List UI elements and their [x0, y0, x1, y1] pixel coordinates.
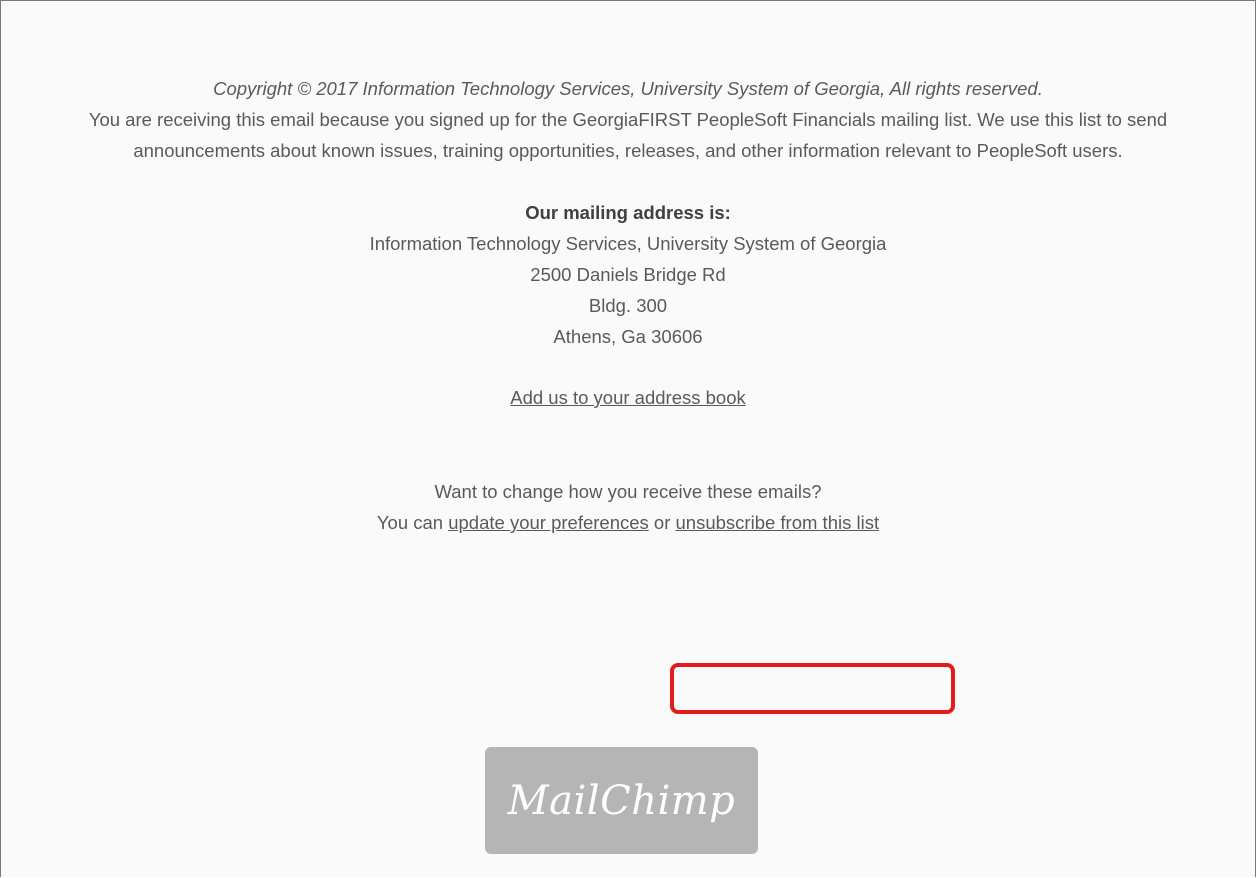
email-footer-frame: Copyright © 2017 Information Technology …: [0, 0, 1256, 877]
address-line-street: 2500 Daniels Bridge Rd: [530, 264, 726, 285]
you-can-text: You can: [376, 512, 444, 533]
subscription-reason-text: You are receiving this email because you…: [88, 109, 1168, 161]
address-line-org: Information Technology Services, Univers…: [369, 233, 887, 254]
unsubscribe-highlight-box: [670, 663, 955, 714]
mailchimp-badge[interactable]: MailChimp: [485, 747, 758, 854]
copyright-block: Copyright © 2017 Information Technology …: [68, 73, 1188, 166]
email-footer: Copyright © 2017 Information Technology …: [1, 73, 1255, 538]
mailchimp-logo-text: MailChimp: [507, 777, 736, 824]
copyright-text: Copyright © 2017 Information Technology …: [213, 78, 1043, 99]
update-preferences-link[interactable]: update your preferences: [448, 512, 649, 533]
add-to-address-book-link[interactable]: Add us to your address book: [510, 387, 746, 408]
address-line-building: Bldg. 300: [588, 295, 668, 316]
change-question-text: Want to change how you receive these ema…: [434, 481, 822, 502]
address-line-city: Athens, Ga 30606: [553, 326, 703, 347]
mailing-address: Our mailing address is: Information Tech…: [1, 197, 1255, 352]
or-text: or: [653, 512, 671, 533]
preferences-block: Want to change how you receive these ema…: [1, 476, 1255, 538]
mailing-address-heading: Our mailing address is:: [525, 202, 731, 223]
unsubscribe-link[interactable]: unsubscribe from this list: [676, 512, 880, 533]
preferences-line: You can update your preferences or unsub…: [1, 507, 1255, 538]
